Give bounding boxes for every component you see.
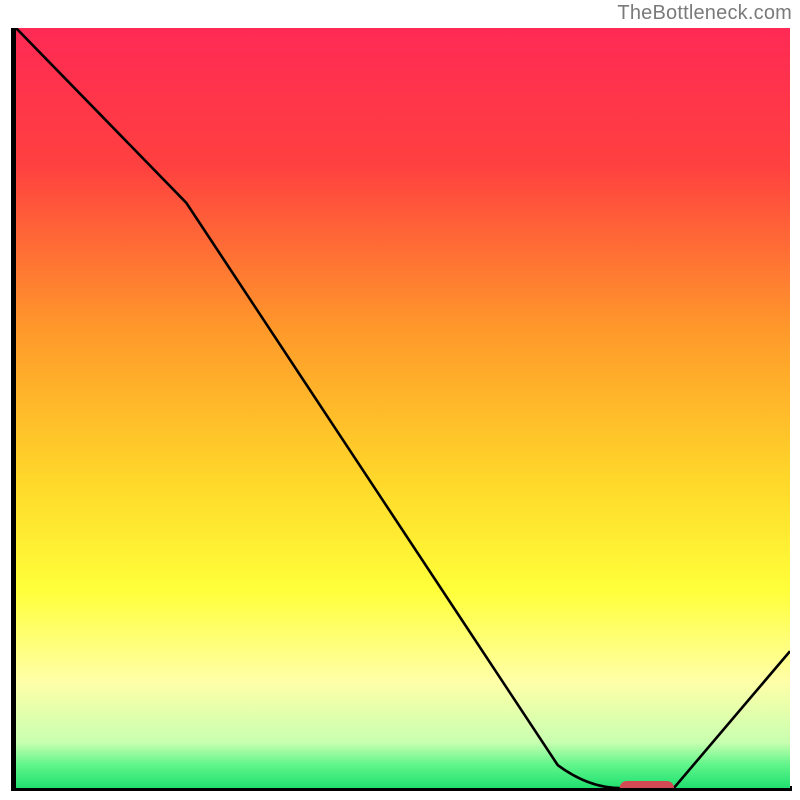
bottleneck-chart	[16, 28, 790, 788]
gradient-background	[16, 28, 790, 788]
watermark-text: TheBottleneck.com	[617, 2, 792, 25]
optimal-range-marker	[620, 781, 674, 788]
